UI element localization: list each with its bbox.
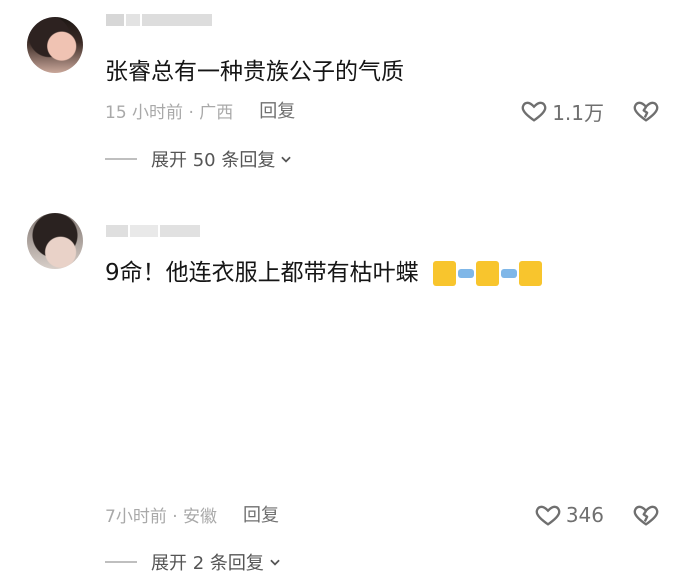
heart-icon — [535, 505, 561, 526]
expand-replies[interactable]: 展开 2 条回复 — [105, 550, 282, 574]
expand-replies-label: 展开 50 条回复 — [151, 150, 276, 171]
username-placeholder[interactable] — [106, 221, 200, 241]
avatar[interactable] — [27, 213, 83, 269]
expand-replies[interactable]: 展开 50 条回复 — [105, 147, 293, 171]
emoji-icon — [457, 269, 474, 278]
chevron-down-icon — [281, 156, 292, 163]
username-block — [106, 14, 124, 26]
username-block — [130, 225, 158, 237]
like-button[interactable]: 346 — [534, 500, 604, 530]
emoji-icon — [432, 261, 456, 286]
chevron-down-icon — [270, 559, 280, 566]
timestamp-location: 7小时前 · 安徽 — [105, 506, 218, 527]
emoji-icon — [518, 261, 542, 286]
timestamp-location: 15 小时前 · 广西 — [105, 102, 234, 123]
comment-text-body: 9命！他连衣服上都带有枯叶蝶 — [105, 260, 419, 286]
username-block — [142, 14, 212, 26]
emoji-icon — [475, 261, 499, 286]
username-block — [126, 14, 140, 26]
expand-divider — [105, 561, 137, 563]
reply-button[interactable]: 回复 — [259, 97, 295, 123]
comment-text: 9命！他连衣服上都带有枯叶蝶 — [105, 258, 542, 288]
comment-meta: 7小时前 · 安徽 回复 — [105, 501, 279, 527]
avatar[interactable] — [27, 17, 83, 73]
username-placeholder[interactable] — [106, 10, 212, 30]
heart-icon — [521, 101, 547, 122]
expand-replies-label: 展开 2 条回复 — [151, 553, 264, 574]
like-count: 1.1万 — [552, 100, 604, 125]
reply-button[interactable]: 回复 — [243, 501, 279, 527]
comment-text: 张睿总有一种贵族公子的气质 — [105, 59, 404, 85]
like-count: 346 — [565, 503, 604, 527]
expand-divider — [105, 158, 137, 160]
broken-heart-icon[interactable] — [632, 97, 660, 125]
emoji-icon — [500, 269, 517, 278]
emoji-group — [432, 261, 542, 286]
broken-heart-icon[interactable] — [632, 501, 660, 529]
username-block — [160, 225, 200, 237]
comment-meta: 15 小时前 · 广西 回复 — [105, 97, 295, 123]
like-button[interactable]: 1.1万 — [520, 96, 604, 126]
username-block — [106, 225, 128, 237]
